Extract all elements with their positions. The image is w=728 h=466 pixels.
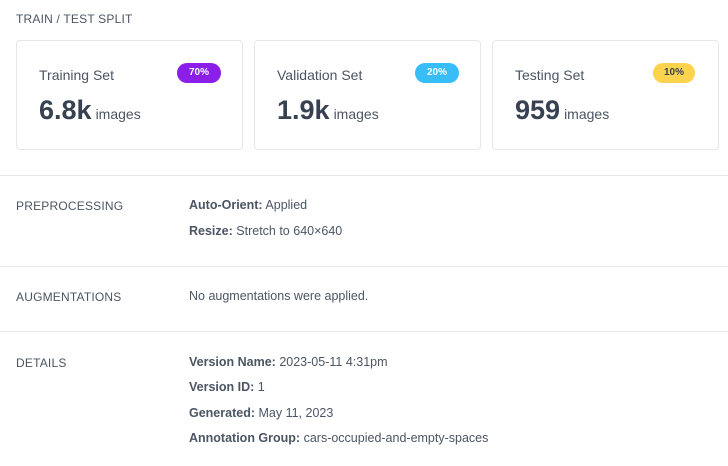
details-generated: Generated: May 11, 2023 bbox=[189, 406, 333, 420]
auto-orient-key: Auto-Orient: bbox=[189, 198, 263, 212]
divider bbox=[0, 266, 728, 267]
version-name-key: Version Name: bbox=[189, 355, 276, 369]
generated-key: Generated: bbox=[189, 406, 255, 420]
testing-count-unit: images bbox=[564, 106, 610, 122]
validation-set-card: Validation Set 20% 1.9k images bbox=[254, 40, 481, 150]
auto-orient-value: Applied bbox=[265, 198, 308, 212]
testing-count-value: 959 bbox=[515, 95, 561, 125]
validation-count-unit: images bbox=[333, 106, 379, 122]
preprocessing-label: PREPROCESSING bbox=[16, 199, 124, 213]
version-id-key: Version ID: bbox=[189, 380, 255, 394]
divider bbox=[0, 331, 728, 332]
version-details-page: TRAIN / TEST SPLIT Training Set 70% 6.8k… bbox=[0, 0, 728, 466]
generated-value: May 11, 2023 bbox=[258, 406, 334, 420]
augmentations-text: No augmentations were applied. bbox=[189, 289, 369, 303]
testing-set-card: Testing Set 10% 959 images bbox=[492, 40, 719, 150]
version-id-value: 1 bbox=[257, 380, 265, 394]
details-version-name: Version Name: 2023-05-11 4:31pm bbox=[189, 355, 388, 369]
split-cards: Training Set 70% 6.8k images Validation S… bbox=[16, 40, 719, 150]
details-version-id: Version ID: 1 bbox=[189, 380, 265, 394]
testing-set-label: Testing Set bbox=[515, 67, 585, 83]
validation-percent-badge: 20% bbox=[415, 63, 459, 83]
divider bbox=[0, 175, 728, 176]
validation-count-value: 1.9k bbox=[277, 95, 330, 125]
training-set-card: Training Set 70% 6.8k images bbox=[16, 40, 243, 150]
resize-value: Stretch to 640×640 bbox=[236, 224, 343, 238]
testing-count: 959 images bbox=[515, 95, 609, 126]
resize-key: Resize: bbox=[189, 224, 233, 238]
validation-set-label: Validation Set bbox=[277, 67, 363, 83]
details-label: DETAILS bbox=[16, 356, 67, 370]
preprocessing-resize: Resize: Stretch to 640×640 bbox=[189, 224, 342, 238]
preprocessing-auto-orient: Auto-Orient: Applied bbox=[189, 198, 307, 212]
training-count-value: 6.8k bbox=[39, 95, 92, 125]
version-name-value: 2023-05-11 4:31pm bbox=[279, 355, 388, 369]
annotation-group-key: Annotation Group: bbox=[189, 431, 301, 445]
train-test-split-heading: TRAIN / TEST SPLIT bbox=[16, 12, 133, 26]
training-count-unit: images bbox=[95, 106, 141, 122]
annotation-group-value: cars-occupied-and-empty-spaces bbox=[303, 431, 489, 445]
training-count: 6.8k images bbox=[39, 95, 141, 126]
training-set-label: Training Set bbox=[39, 67, 114, 83]
testing-percent-badge: 10% bbox=[653, 63, 695, 83]
validation-count: 1.9k images bbox=[277, 95, 379, 126]
augmentations-label: AUGMENTATIONS bbox=[16, 290, 122, 304]
training-percent-badge: 70% bbox=[177, 63, 221, 83]
details-annotation-group: Annotation Group: cars-occupied-and-empt… bbox=[189, 431, 488, 445]
